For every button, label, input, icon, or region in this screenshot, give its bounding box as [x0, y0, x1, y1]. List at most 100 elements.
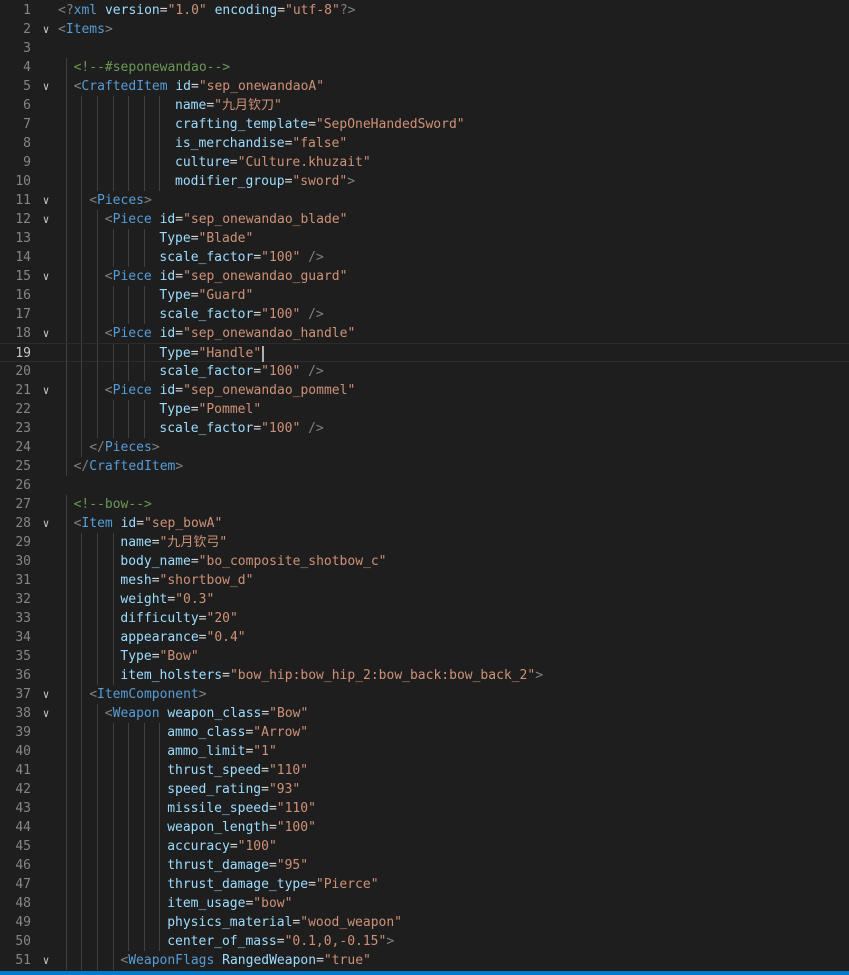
code-token: id — [159, 269, 176, 284]
code-line[interactable]: 37 ∨ <ItemComponent> — [0, 685, 849, 704]
code-line[interactable]: 5 ∨ <CraftedItem id="sep_onewandaoA" — [0, 77, 849, 96]
indent-guide — [65, 856, 67, 875]
code-line[interactable]: 12 ∨ <Piece id="sep_onewandao_blade" — [0, 210, 849, 229]
code-editor[interactable]: 1 <?xml version="1.0" encoding="utf-8"?> 2… — [0, 0, 849, 971]
code-line[interactable]: 45 accuracy="100" — [0, 837, 849, 856]
code-text: speed_rating="93" — [167, 780, 300, 799]
fold-chevron-icon[interactable]: ∨ — [39, 20, 53, 39]
code-line[interactable]: 42 speed_rating="93" — [0, 780, 849, 799]
code-line[interactable]: 18 ∨ <Piece id="sep_onewandao_handle" — [0, 324, 849, 343]
code-line[interactable]: 47 thrust_damage_type="Pierce" — [0, 875, 849, 894]
code-line[interactable]: 33 difficulty="20" — [0, 609, 849, 628]
indent-guide — [112, 419, 114, 438]
code-line[interactable]: 2 ∨ <Items> — [0, 20, 849, 39]
code-line[interactable]: 22 Type="Pommel" — [0, 400, 849, 419]
indent-guide — [97, 875, 98, 894]
indent-guide — [97, 324, 98, 343]
fold-chevron-icon[interactable]: ∨ — [39, 685, 53, 704]
indent-guide — [81, 571, 83, 590]
indent-guide — [81, 248, 83, 267]
code-line[interactable]: 27 <!--bow--> — [0, 495, 849, 514]
line-number: 5 — [23, 79, 31, 94]
line-number: 22 — [15, 402, 31, 417]
code-token: = — [229, 839, 238, 854]
code-line[interactable]: 41 thrust_speed="110" — [0, 761, 849, 780]
code-line[interactable]: 10 modifier_group="sword"> — [0, 172, 849, 191]
code-line[interactable]: 1 <?xml version="1.0" encoding="utf-8"?> — [0, 1, 849, 20]
code-line[interactable]: 32 weight="0.3" — [0, 590, 849, 609]
indent-guide — [97, 96, 98, 115]
code-line[interactable]: 49 physics_material="wood_weapon" — [0, 913, 849, 932]
indent-guide — [81, 628, 83, 647]
code-line[interactable]: 4 <!--#seponewandao--> — [0, 58, 849, 77]
code-line[interactable]: 29 name="九月钦弓" — [0, 533, 849, 552]
code-token: = — [191, 79, 199, 94]
code-line[interactable]: 48 item_usage="bow" — [0, 894, 849, 913]
code-line[interactable]: 11 ∨ <Pieces> — [0, 191, 849, 210]
code-line[interactable]: 24 </Pieces> — [0, 438, 849, 457]
code-line[interactable]: 20 scale_factor="100" /> — [0, 362, 849, 381]
fold-chevron-icon[interactable]: ∨ — [39, 514, 53, 533]
code-line[interactable]: 13 Type="Blade" — [0, 229, 849, 248]
code-line[interactable]: 51 ∨ <WeaponFlags RangedWeapon="true" — [0, 951, 849, 970]
code-token: <!--#seponewandao--> — [73, 60, 231, 75]
code-line[interactable]: 36 item_holsters="bow_hip:bow_hip_2:bow_b… — [0, 666, 849, 685]
code-line[interactable]: 17 scale_factor="100" /> — [0, 305, 849, 324]
code-line[interactable]: 15 ∨ <Piece id="sep_onewandao_guard" — [0, 267, 849, 286]
indent-guide — [112, 742, 114, 761]
code-line[interactable]: 40 ammo_limit="1" — [0, 742, 849, 761]
code-line[interactable]: 43 missile_speed="110" — [0, 799, 849, 818]
code-line[interactable]: 23 scale_factor="100" /> — [0, 419, 849, 438]
code-line[interactable]: 39 ammo_class="Arrow" — [0, 723, 849, 742]
indent-guide — [65, 533, 67, 552]
code-text: ammo_limit="1" — [167, 742, 277, 761]
code-line[interactable]: 50 center_of_mass="0.1,0,-0.15"> — [0, 932, 849, 951]
fold-chevron-icon[interactable]: ∨ — [39, 324, 53, 343]
code-line[interactable]: 7 crafting_template="SepOneHandedSword" — [0, 115, 849, 134]
code-line[interactable]: 14 scale_factor="100" /> — [0, 248, 849, 267]
code-line[interactable]: 38 ∨ <Weapon weapon_class="Bow" — [0, 704, 849, 723]
code-text: </CraftedItem> — [74, 457, 184, 476]
code-line[interactable]: 21 ∨ <Piece id="sep_onewandao_pommel" — [0, 381, 849, 400]
code-text: is_merchandise="false" — [175, 134, 347, 153]
fold-chevron-icon[interactable]: ∨ — [39, 704, 53, 723]
code-line[interactable]: 6 name="九月钦刀" — [0, 96, 849, 115]
indent-guide — [159, 172, 161, 191]
code-line[interactable]: 28 ∨ <Item id="sep_bowA" — [0, 514, 849, 533]
code-line[interactable]: 26 — [0, 476, 849, 495]
code-line[interactable]: 44 weapon_length="100" — [0, 818, 849, 837]
code-line[interactable]: 46 thrust_damage="95" — [0, 856, 849, 875]
code-line[interactable]: 25 </CraftedItem> — [0, 457, 849, 476]
line-number: 40 — [15, 744, 31, 759]
indent-guide — [65, 837, 67, 856]
code-line[interactable]: 31 mesh="shortbow_d" — [0, 571, 849, 590]
indent-guide — [65, 666, 67, 685]
code-token: Type — [159, 288, 191, 303]
code-line[interactable]: 19 Type="Handle" — [0, 343, 849, 363]
indent-guide — [112, 628, 114, 647]
indent-guide — [65, 742, 67, 761]
fold-chevron-icon[interactable]: ∨ — [39, 210, 53, 229]
code-line[interactable]: 30 body_name="bo_composite_shotbow_c" — [0, 552, 849, 571]
line-number: 43 — [15, 801, 31, 816]
indent-guide — [65, 514, 67, 533]
fold-chevron-icon[interactable]: ∨ — [39, 381, 53, 400]
code-line[interactable]: 35 Type="Bow" — [0, 647, 849, 666]
code-token: modifier_group — [175, 174, 285, 189]
fold-chevron-icon[interactable]: ∨ — [39, 77, 53, 96]
code-line[interactable]: 16 Type="Guard" — [0, 286, 849, 305]
code-line[interactable]: 9 culture="Culture.khuzait" — [0, 153, 849, 172]
indent-guide — [65, 419, 67, 438]
fold-chevron-icon[interactable]: ∨ — [39, 951, 53, 970]
code-token: id — [159, 383, 176, 398]
code-line[interactable]: 8 is_merchandise="false" — [0, 134, 849, 153]
fold-chevron-icon[interactable]: ∨ — [39, 267, 53, 286]
indent-guide — [97, 153, 98, 172]
code-line[interactable]: 3 — [0, 39, 849, 58]
code-token: = — [190, 554, 199, 569]
fold-chevron-icon[interactable]: ∨ — [39, 191, 53, 210]
code-line[interactable]: 34 appearance="0.4" — [0, 628, 849, 647]
indent-guide — [143, 723, 145, 742]
